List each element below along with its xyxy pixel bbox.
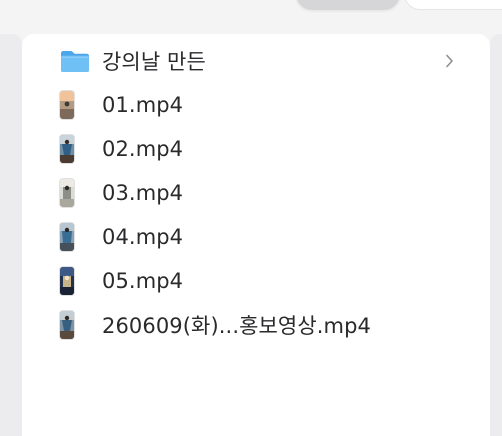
list-item-video[interactable]: 01.mp4 (22, 83, 490, 127)
list-item-video[interactable]: 260609(화)...홍보영상.mp4 (22, 303, 490, 347)
video-thumbnail-icon (60, 311, 74, 339)
file-name: 04.mp4 (102, 225, 184, 249)
sidebar-edge (0, 34, 22, 436)
file-list: 강의날 만든 01.mp4 02.mp4 03.mp4 04.mp4 05.mp… (22, 39, 490, 347)
file-name: 05.mp4 (102, 269, 184, 293)
file-name: 01.mp4 (102, 93, 184, 117)
video-thumbnail-icon (60, 135, 74, 163)
video-thumbnail-icon (60, 267, 74, 295)
list-item-video[interactable]: 05.mp4 (22, 259, 490, 303)
list-item-video[interactable]: 03.mp4 (22, 171, 490, 215)
toolbar-search-field[interactable] (404, 0, 502, 10)
file-name: 02.mp4 (102, 137, 184, 161)
scrollbar-track[interactable] (490, 34, 502, 436)
video-thumbnail-icon (60, 179, 74, 207)
file-name: 03.mp4 (102, 181, 184, 205)
video-thumbnail-icon (60, 91, 74, 119)
video-thumbnail-icon (60, 223, 74, 251)
chevron-right-icon[interactable] (445, 54, 454, 68)
list-item-folder[interactable]: 강의날 만든 (22, 39, 490, 83)
folder-icon (61, 51, 89, 72)
list-item-video[interactable]: 04.mp4 (22, 215, 490, 259)
list-item-video[interactable]: 02.mp4 (22, 127, 490, 171)
file-list-panel: 강의날 만든 01.mp4 02.mp4 03.mp4 04.mp4 05.mp… (22, 34, 490, 436)
toolbar-button[interactable] (296, 0, 400, 10)
file-name: 260609(화)...홍보영상.mp4 (102, 314, 371, 338)
folder-name: 강의날 만든 (102, 50, 206, 74)
toolbar-area (0, 0, 502, 34)
finder-window: 강의날 만든 01.mp4 02.mp4 03.mp4 04.mp4 05.mp… (0, 0, 502, 436)
